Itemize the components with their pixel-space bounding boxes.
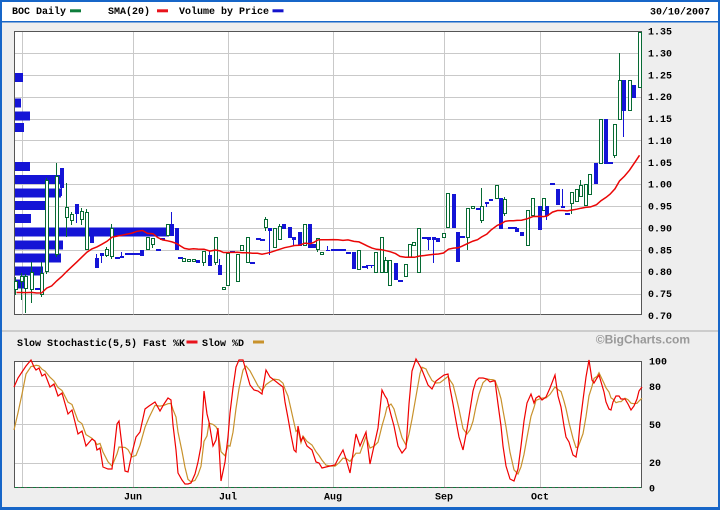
svg-text:0.70: 0.70 [648, 312, 672, 323]
svg-text:1.05: 1.05 [648, 159, 672, 170]
svg-text:Oct: Oct [531, 493, 549, 504]
svg-text:80: 80 [649, 383, 661, 394]
svg-text:Aug: Aug [324, 493, 342, 504]
svg-text:0.80: 0.80 [648, 268, 672, 279]
svg-text:20: 20 [649, 459, 661, 470]
svg-text:100: 100 [649, 358, 667, 369]
svg-text:©BigCharts.com: ©BigCharts.com [596, 333, 690, 347]
svg-text:BOC Daily: BOC Daily [12, 6, 66, 18]
svg-text:1.25: 1.25 [648, 71, 672, 82]
svg-text:1.20: 1.20 [648, 93, 672, 104]
svg-text:0: 0 [649, 485, 655, 496]
svg-text:50: 50 [649, 421, 661, 432]
svg-text:0.95: 0.95 [648, 203, 672, 214]
svg-text:Sep: Sep [435, 493, 453, 504]
svg-text:1.15: 1.15 [648, 115, 672, 126]
svg-text:30/10/2007: 30/10/2007 [650, 7, 710, 19]
svg-text:0.75: 0.75 [648, 290, 672, 301]
svg-text:0.85: 0.85 [648, 246, 672, 257]
svg-text:Jul: Jul [219, 492, 237, 504]
svg-text:Slow Stochastic(5,5) Fast %K: Slow Stochastic(5,5) Fast %K [17, 338, 185, 350]
svg-text:0.90: 0.90 [648, 225, 672, 236]
svg-text:1.30: 1.30 [648, 49, 672, 60]
svg-text:1.00: 1.00 [648, 181, 672, 192]
svg-text:SMA(20): SMA(20) [108, 6, 150, 18]
svg-text:Volume by Price: Volume by Price [179, 6, 269, 18]
svg-text:1.35: 1.35 [648, 28, 672, 39]
svg-text:1.10: 1.10 [648, 137, 672, 148]
svg-text:Slow %D: Slow %D [202, 338, 244, 350]
svg-text:Jun: Jun [124, 493, 142, 504]
